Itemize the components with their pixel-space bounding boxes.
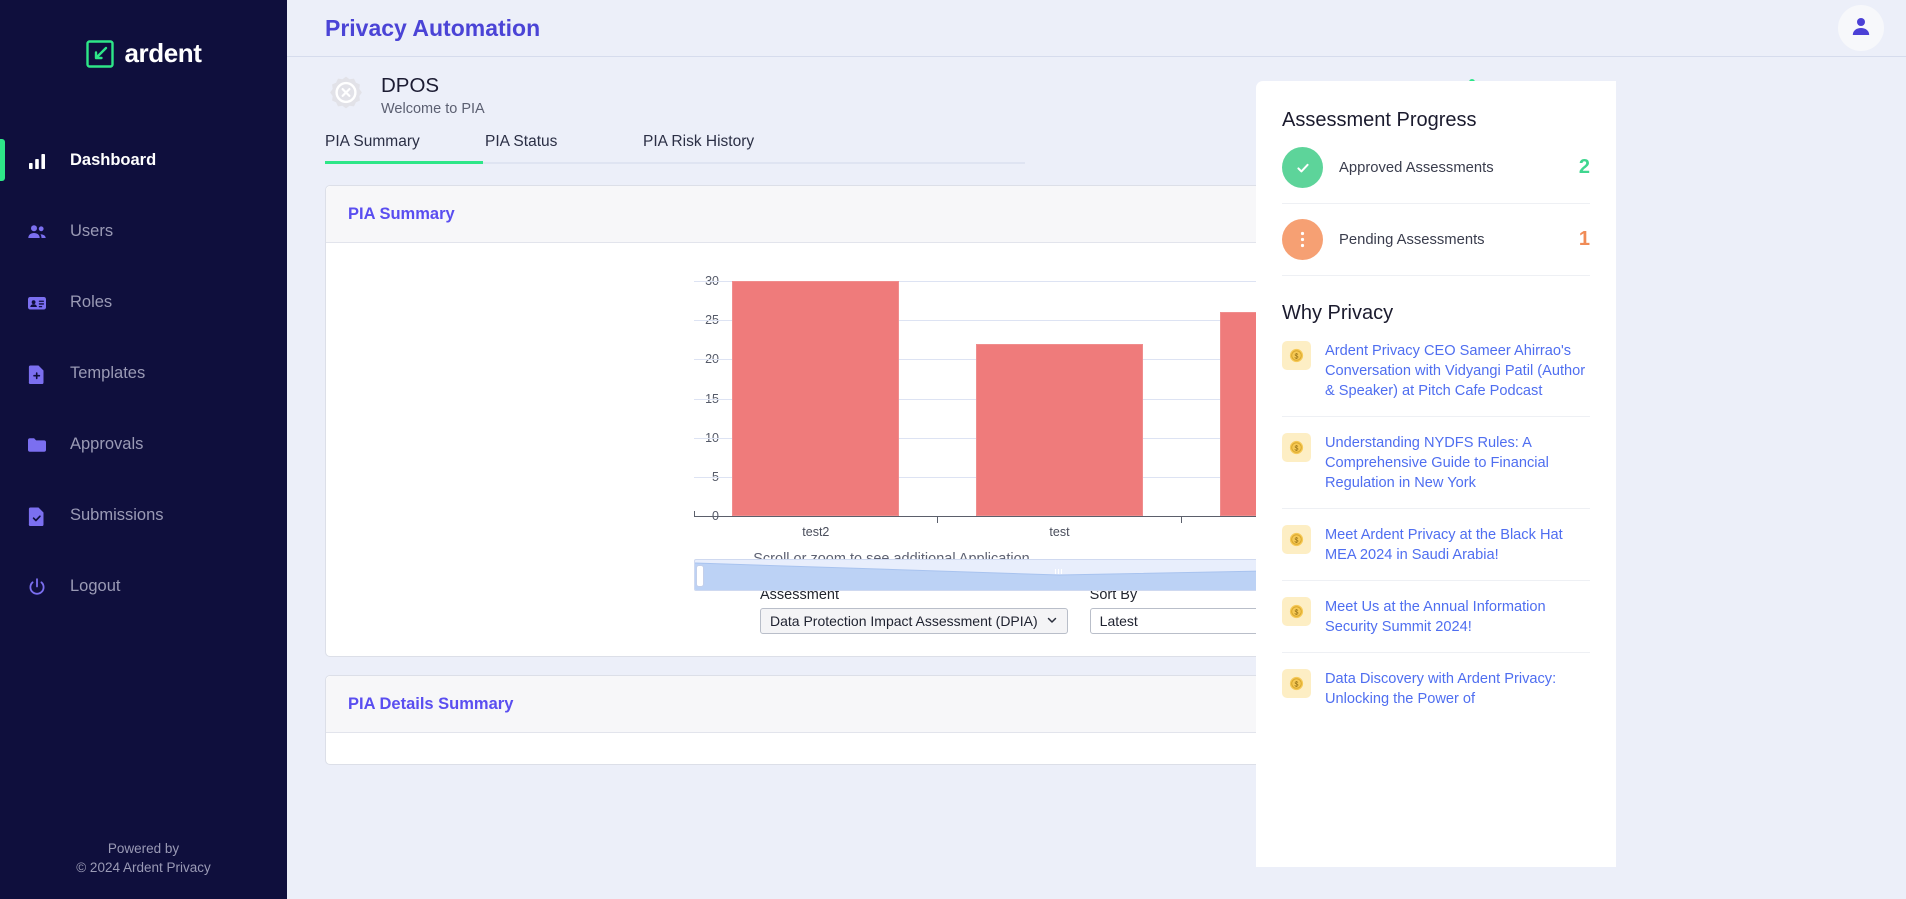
brush-handle-left[interactable] xyxy=(696,565,704,587)
sidebar-item-templates[interactable]: Templates xyxy=(0,338,287,409)
bar-slot xyxy=(694,281,938,516)
ardent-arrow-logo-icon xyxy=(85,39,115,69)
copyright-text: © 2024 Ardent Privacy xyxy=(76,860,211,875)
sidebar-item-label: Logout xyxy=(70,577,121,595)
sidebar-item-approvals[interactable]: Approvals xyxy=(0,409,287,480)
x-tick-label: test xyxy=(1049,525,1070,539)
pending-assessments-count: 1 xyxy=(1578,228,1590,250)
sidebar-item-users[interactable]: Users xyxy=(0,196,287,267)
profile-name: DPOS xyxy=(381,74,440,97)
sidebar-item-label: Approvals xyxy=(70,435,144,453)
pending-assessments-row: Pending Assessments 1 xyxy=(1282,204,1590,276)
coin-icon: $ xyxy=(1282,525,1311,554)
assessment-progress-heading: Assessment Progress xyxy=(1282,109,1477,131)
svg-text:$: $ xyxy=(1295,610,1299,617)
sidebar: ardent Dashboard Users Roles Templates A… xyxy=(0,0,287,899)
sidebar-item-submissions[interactable]: Submissions xyxy=(0,480,287,551)
app-root: ardent Dashboard Users Roles Templates A… xyxy=(0,0,1906,899)
profile-subtitle: Welcome to PIA xyxy=(381,101,485,117)
brush-grip-icon xyxy=(1054,561,1065,574)
right-rail: Assessment Progress Approved Assessments… xyxy=(1256,57,1906,899)
list-item[interactable]: $ Meet Ardent Privacy at the Black Hat M… xyxy=(1282,509,1590,581)
list-item[interactable]: $ Data Discovery with Ardent Privacy: Un… xyxy=(1282,653,1590,724)
powered-by-text: Powered by xyxy=(107,841,180,856)
file-check-icon xyxy=(26,505,48,527)
list-item[interactable]: $ Understanding NYDFS Rules: A Comprehen… xyxy=(1282,417,1590,509)
tab-pia-summary[interactable]: PIA Summary xyxy=(325,133,485,164)
brand-name: ardent xyxy=(124,38,202,68)
tab-pia-risk-history[interactable]: PIA Risk History xyxy=(643,133,754,162)
svg-text:$: $ xyxy=(1295,682,1299,689)
coin-icon: $ xyxy=(1282,433,1311,462)
sidebar-item-logout[interactable]: Logout xyxy=(0,551,287,622)
why-privacy-link[interactable]: Understanding NYDFS Rules: A Comprehensi… xyxy=(1325,433,1590,493)
pending-assessments-label: Pending Assessments xyxy=(1339,231,1485,248)
pia-details-title: PIA Details Summary xyxy=(348,694,514,713)
approved-assessments-label: Approved Assessments xyxy=(1339,159,1494,176)
bar-slot xyxy=(938,281,1182,516)
folder-icon xyxy=(26,434,48,456)
brand-logo: ardent xyxy=(0,38,287,69)
main-area: Privacy Automation DPOS Welcome to PIA P… xyxy=(287,0,1906,899)
sidebar-footer: Powered by © 2024 Ardent Privacy xyxy=(0,839,287,877)
why-privacy-link[interactable]: Meet Ardent Privacy at the Black Hat MEA… xyxy=(1325,525,1590,565)
why-privacy-link[interactable]: Meet Us at the Annual Information Securi… xyxy=(1325,597,1590,637)
sidebar-item-roles[interactable]: Roles xyxy=(0,267,287,338)
approved-assessments-row: Approved Assessments 2 xyxy=(1282,132,1590,204)
top-bar: Privacy Automation xyxy=(287,0,1906,57)
check-icon xyxy=(1282,147,1323,188)
seal-x-icon xyxy=(325,74,367,116)
sidebar-item-label: Dashboard xyxy=(70,151,157,169)
id-card-icon xyxy=(26,292,48,314)
why-privacy-link[interactable]: Data Discovery with Ardent Privacy: Unlo… xyxy=(1325,669,1590,709)
sidebar-item-label: Roles xyxy=(70,293,113,311)
assessment-control: Assessment Data Protection Impact Assess… xyxy=(760,587,1068,634)
sidebar-item-label: Users xyxy=(70,222,114,240)
why-privacy-heading: Why Privacy xyxy=(1282,302,1394,324)
file-plus-icon xyxy=(26,363,48,385)
coin-icon: $ xyxy=(1282,669,1311,698)
sidebar-nav: Dashboard Users Roles Templates Approval… xyxy=(0,125,287,622)
tab-bar: PIA Summary PIA Status PIA Risk History xyxy=(325,133,1025,164)
sidebar-item-label: Templates xyxy=(70,364,146,382)
assessment-select[interactable]: Data Protection Impact Assessment (DPIA) xyxy=(760,608,1068,634)
dots-vertical-icon xyxy=(1282,219,1323,260)
power-icon xyxy=(26,576,48,598)
right-panel: Assessment Progress Approved Assessments… xyxy=(1256,81,1616,899)
approved-assessments-count: 2 xyxy=(1578,156,1590,178)
sort-by-selected-value: Latest xyxy=(1099,613,1138,629)
sidebar-item-label: Submissions xyxy=(70,506,164,524)
content-region: DPOS Welcome to PIA PIA Summary PIA Stat… xyxy=(287,57,1906,899)
coin-icon: $ xyxy=(1282,341,1311,370)
why-privacy-link[interactable]: Ardent Privacy CEO Sameer Ahirrao's Conv… xyxy=(1325,341,1590,401)
page-title: Privacy Automation xyxy=(325,14,541,41)
sidebar-item-dashboard[interactable]: Dashboard xyxy=(0,125,287,196)
svg-text:$: $ xyxy=(1295,446,1299,453)
bar-test-1[interactable] xyxy=(976,343,1143,516)
assessment-selected-value: Data Protection Impact Assessment (DPIA) xyxy=(770,613,1038,629)
rail-bottom-fade xyxy=(1256,867,1616,899)
coin-icon: $ xyxy=(1282,597,1311,626)
tab-pia-status[interactable]: PIA Status xyxy=(485,133,643,162)
chevron-down-icon xyxy=(1046,613,1058,629)
user-avatar-button[interactable] xyxy=(1838,5,1884,51)
bar-chart-icon xyxy=(26,150,48,172)
user-avatar-icon xyxy=(1850,15,1872,42)
x-tick-label: test2 xyxy=(802,525,830,539)
svg-text:$: $ xyxy=(1295,538,1299,545)
list-item[interactable]: $ Meet Us at the Annual Information Secu… xyxy=(1282,581,1590,653)
svg-text:$: $ xyxy=(1295,354,1299,361)
list-item[interactable]: $ Ardent Privacy CEO Sameer Ahirrao's Co… xyxy=(1282,325,1590,417)
pia-summary-title: PIA Summary xyxy=(348,204,455,223)
bar-test2[interactable] xyxy=(732,281,900,516)
users-icon xyxy=(26,221,48,243)
